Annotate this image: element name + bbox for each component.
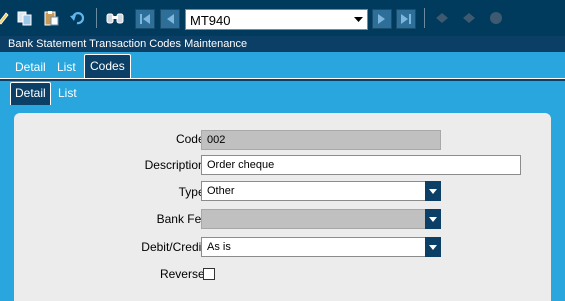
tab-detail[interactable]: Detail bbox=[10, 56, 51, 78]
copy-icon[interactable] bbox=[16, 9, 34, 27]
chevron-down-icon[interactable] bbox=[351, 11, 366, 28]
type-value: Other bbox=[207, 185, 235, 197]
inner-tab-strip: Detail List bbox=[0, 81, 565, 105]
tab-detail-inner[interactable]: Detail bbox=[10, 82, 51, 105]
description-field[interactable]: Order cheque bbox=[201, 155, 521, 175]
description-label: Description: bbox=[144, 158, 208, 172]
code-field: 002 bbox=[201, 130, 441, 150]
debit-credit-value: As is bbox=[207, 241, 231, 253]
chevron-down-icon[interactable] bbox=[425, 237, 441, 257]
debit-credit-label: Debit/Credit: bbox=[141, 240, 208, 254]
type-label: Type: bbox=[178, 185, 208, 199]
toolbar: MT940 bbox=[0, 0, 565, 36]
reverse-label: Reverse: bbox=[159, 267, 208, 281]
undo-icon[interactable] bbox=[68, 9, 86, 27]
outer-tab-strip: Detail List Codes bbox=[0, 52, 565, 78]
tab-list[interactable]: List bbox=[52, 56, 81, 78]
last-record-icon bbox=[400, 13, 412, 25]
code-label: Code: bbox=[175, 132, 208, 146]
content-area: Code: 002 Description: Order cheque Type… bbox=[0, 105, 565, 301]
chevron-down-icon[interactable] bbox=[425, 181, 441, 201]
record-selector-value: MT940 bbox=[190, 13, 231, 28]
first-record-button[interactable] bbox=[135, 9, 155, 29]
tools-icon[interactable] bbox=[0, 9, 12, 27]
tab-list-inner[interactable]: List bbox=[53, 82, 82, 104]
find-icon[interactable] bbox=[106, 9, 124, 27]
bank-fee-select[interactable] bbox=[201, 209, 441, 229]
reverse-checkbox[interactable] bbox=[203, 268, 215, 280]
previous-record-button[interactable] bbox=[160, 9, 180, 29]
bank-fee-label: Bank Fee bbox=[156, 212, 208, 226]
chevron-down-icon[interactable] bbox=[425, 209, 441, 229]
window-title: Bank Statement Transaction Codes Mainten… bbox=[0, 36, 565, 52]
debit-credit-select[interactable]: As is bbox=[201, 237, 441, 257]
first-record-icon bbox=[139, 13, 151, 25]
previous-record-icon bbox=[164, 13, 176, 25]
options-icon[interactable] bbox=[488, 10, 504, 26]
edit-icon[interactable] bbox=[434, 10, 450, 26]
paste-icon[interactable] bbox=[42, 9, 60, 27]
delete-icon[interactable] bbox=[461, 10, 477, 26]
next-record-button[interactable] bbox=[372, 9, 392, 29]
record-selector[interactable]: MT940 bbox=[185, 9, 368, 30]
last-record-button[interactable] bbox=[396, 9, 416, 29]
tab-codes[interactable]: Codes bbox=[84, 54, 131, 78]
next-record-icon bbox=[376, 13, 388, 25]
detail-panel: Code: 002 Description: Order cheque Type… bbox=[14, 113, 551, 301]
type-select[interactable]: Other bbox=[201, 181, 441, 201]
